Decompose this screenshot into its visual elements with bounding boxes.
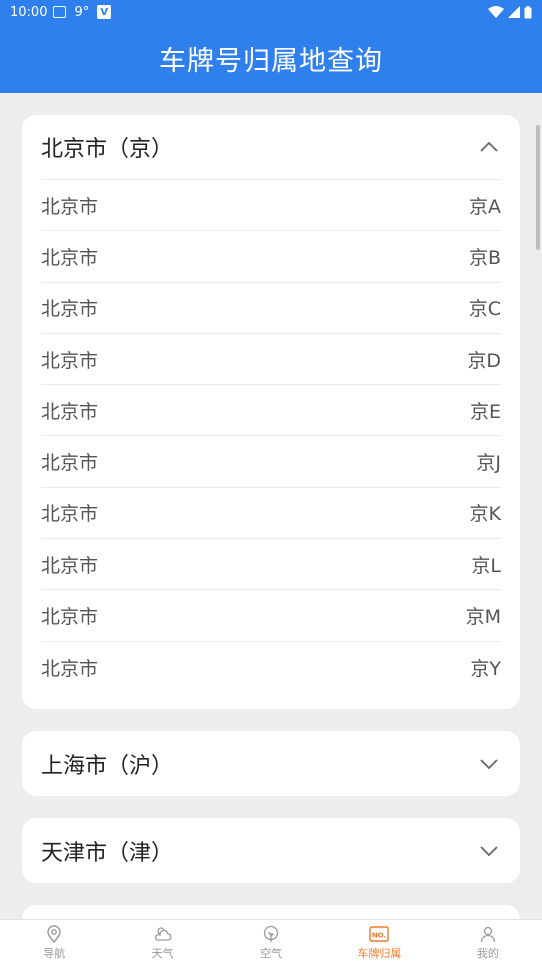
leaf-icon (263, 925, 279, 942)
list-item[interactable]: 北京市 京C (41, 283, 501, 334)
city-name: 北京市 (41, 400, 99, 423)
list-item[interactable]: 北京市 京J (41, 436, 501, 488)
plate-code: 京A (469, 195, 501, 218)
plate-code: 京J (476, 452, 501, 475)
tab-label: 天气 (151, 946, 174, 960)
user-icon (480, 926, 495, 942)
list-item[interactable]: 北京市 京D (41, 334, 501, 386)
city-name: 北京市 (41, 246, 99, 269)
status-time: 10:00 (10, 4, 48, 20)
signal-icon (508, 6, 520, 18)
tab-label: 导航 (43, 946, 66, 960)
province-title: 天津市（津） (41, 840, 174, 866)
province-card-tianjin: 天津市（津） (22, 818, 520, 883)
city-name: 北京市 (41, 657, 99, 680)
status-bar: 10:00 9° V (0, 0, 542, 24)
list-item[interactable]: 北京市 京K (41, 488, 501, 540)
plate-icon-text: NO. (372, 931, 386, 939)
plate-code: 京Y (470, 657, 501, 680)
bottom-nav: 导航 天气 空气 NO. 车牌归属 我的 (0, 919, 542, 964)
wifi-icon (488, 6, 504, 18)
province-card-shanghai: 上海市（沪） (22, 731, 520, 796)
chevron-down-icon (478, 840, 500, 862)
tab-profile[interactable]: 我的 (434, 920, 542, 964)
chevron-down-icon (478, 753, 500, 775)
plate-code: 京M (465, 606, 501, 629)
city-name: 北京市 (41, 606, 99, 629)
license-plate-icon: NO. (369, 925, 390, 942)
content-area[interactable]: 北京市（京） 北京市 京A 北京市 京B 北京市 京C 北京市 京D 北京市 京E 北京市… (0, 93, 542, 919)
tab-label: 车牌归属 (357, 946, 402, 960)
plate-code: 京D (467, 349, 501, 372)
city-name: 北京市 (41, 298, 99, 321)
plate-code: 京C (468, 298, 501, 321)
notification-icon (53, 6, 67, 18)
plate-code: 京L (471, 554, 501, 577)
plate-list: 北京市 京A 北京市 京B 北京市 京C 北京市 京D 北京市 京E 北京市 京J 北京市京… (41, 179, 501, 693)
province-title: 上海市（沪） (41, 753, 174, 779)
province-card-beijing: 北京市（京） 北京市 京A 北京市 京B 北京市 京C 北京市 京D 北京市 京E 北京市… (22, 115, 520, 709)
province-header-shanghai[interactable]: 上海市（沪） (22, 731, 520, 796)
tab-weather[interactable]: 天气 (108, 920, 216, 964)
v-app-icon: V (97, 5, 112, 19)
province-title: 北京市（京） (41, 137, 174, 162)
city-name: 北京市 (41, 452, 99, 475)
plate-code: 京E (469, 400, 501, 423)
battery-icon (524, 5, 532, 18)
city-name: 北京市 (41, 554, 99, 577)
tab-air[interactable]: 空气 (217, 920, 325, 964)
city-name: 北京市 (41, 349, 99, 372)
location-pin-icon (47, 924, 61, 943)
city-name: 北京市 (41, 503, 99, 526)
chevron-up-icon (478, 136, 500, 158)
plate-code: 京K (469, 503, 501, 526)
tab-plate-location[interactable]: NO. 车牌归属 (325, 920, 433, 964)
list-item[interactable]: 北京市 京A (41, 180, 501, 232)
weather-cloud-icon (154, 926, 172, 941)
city-name: 北京市 (41, 195, 99, 218)
tab-label: 空气 (260, 946, 283, 960)
province-header-beijing[interactable]: 北京市（京） (22, 115, 520, 179)
list-item[interactable]: 北京市 京B (41, 231, 501, 283)
tab-navigation[interactable]: 导航 (0, 920, 108, 964)
plate-code: 京B (468, 246, 501, 269)
list-item[interactable]: 北京市 京E (41, 385, 501, 437)
province-card-partial[interactable] (22, 905, 520, 919)
list-item[interactable]: 北京市 京M (41, 590, 501, 642)
status-temperature: 9° (74, 4, 90, 20)
list-item[interactable]: 北京市 京Y (41, 642, 501, 693)
province-header-tianjin[interactable]: 天津市（津） (22, 818, 520, 883)
scrollbar[interactable] (536, 125, 540, 250)
tab-label: 我的 (476, 946, 499, 960)
page-title: 车牌号归属地查询 (0, 24, 542, 93)
list-item[interactable]: 北京市 京L (41, 539, 501, 591)
